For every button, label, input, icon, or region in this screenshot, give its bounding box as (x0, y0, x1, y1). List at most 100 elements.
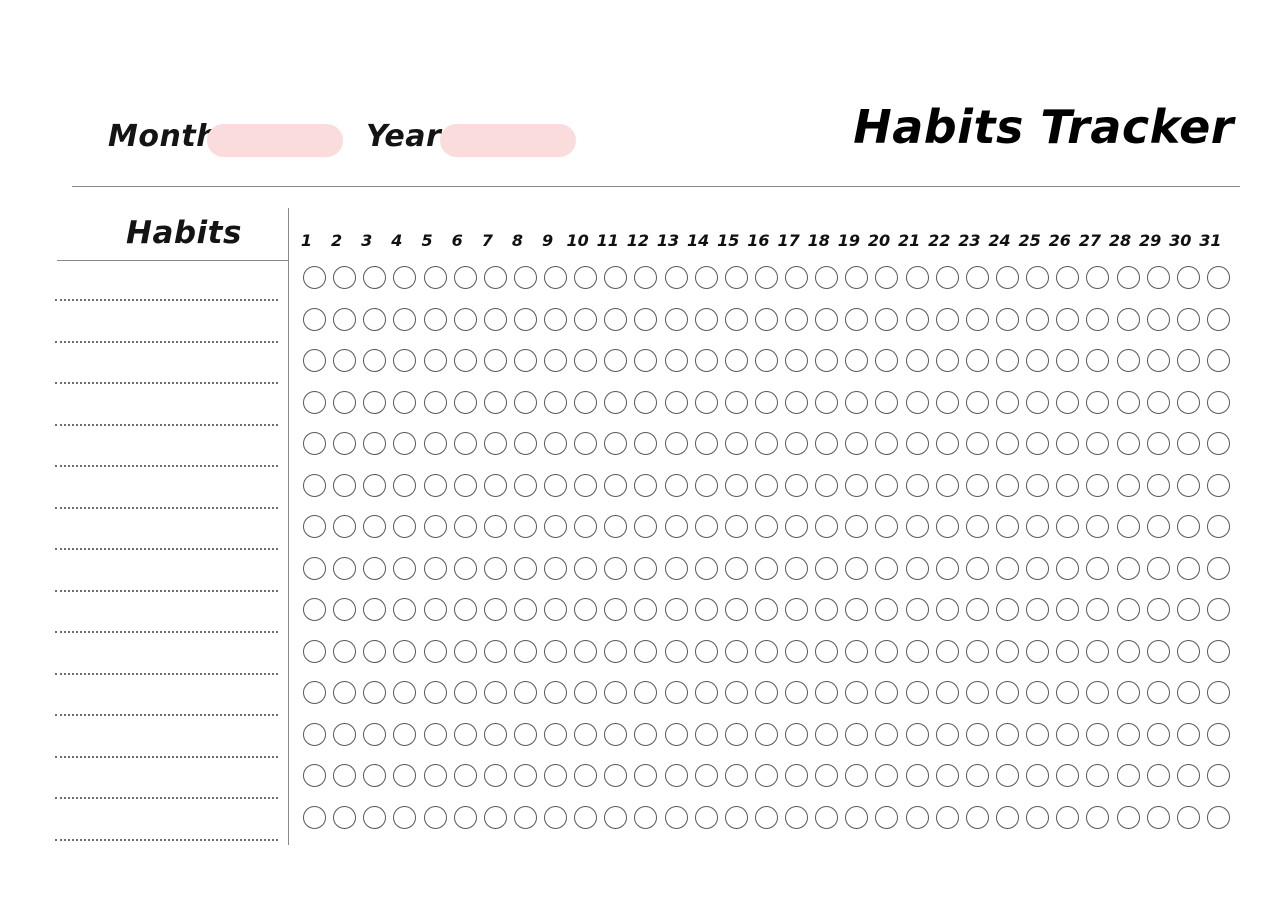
habit-day-checkbox[interactable] (393, 390, 417, 414)
habit-day-checkbox[interactable] (423, 515, 447, 538)
habit-day-checkbox[interactable] (785, 764, 809, 787)
habit-day-checkbox[interactable] (754, 266, 778, 289)
habit-day-checkbox[interactable] (1026, 556, 1050, 580)
habit-day-checkbox[interactable] (423, 805, 447, 829)
habit-day-checkbox[interactable] (965, 805, 989, 829)
habit-day-checkbox[interactable] (1206, 473, 1230, 497)
habit-day-checkbox[interactable] (363, 805, 387, 829)
habit-day-checkbox[interactable] (604, 556, 628, 580)
habit-day-checkbox[interactable] (333, 266, 357, 289)
habit-day-checkbox[interactable] (875, 681, 899, 704)
habit-day-checkbox[interactable] (1146, 349, 1170, 372)
habit-day-checkbox[interactable] (995, 307, 1019, 331)
habit-day-checkbox[interactable] (1176, 473, 1200, 497)
habit-day-checkbox[interactable] (574, 432, 598, 455)
habit-day-checkbox[interactable] (935, 556, 959, 580)
habit-day-checkbox[interactable] (845, 349, 869, 372)
habit-day-checkbox[interactable] (815, 681, 839, 704)
habit-day-checkbox[interactable] (995, 515, 1019, 538)
habit-day-checkbox[interactable] (875, 266, 899, 289)
habit-day-checkbox[interactable] (333, 681, 357, 704)
habit-day-checkbox[interactable] (453, 598, 477, 621)
habit-day-checkbox[interactable] (363, 307, 387, 331)
habit-day-checkbox[interactable] (1026, 805, 1050, 829)
habit-day-checkbox[interactable] (333, 764, 357, 787)
habit-day-checkbox[interactable] (453, 390, 477, 414)
habit-day-checkbox[interactable] (544, 805, 568, 829)
habit-day-checkbox[interactable] (513, 515, 537, 538)
habit-day-checkbox[interactable] (634, 515, 658, 538)
habit-day-checkbox[interactable] (664, 266, 688, 289)
habit-day-checkbox[interactable] (574, 556, 598, 580)
habit-day-checkbox[interactable] (1086, 805, 1110, 829)
habit-day-checkbox[interactable] (754, 307, 778, 331)
habit-day-checkbox[interactable] (785, 515, 809, 538)
habit-day-checkbox[interactable] (363, 764, 387, 787)
habit-name-input[interactable] (55, 838, 278, 841)
habit-day-checkbox[interactable] (1026, 515, 1050, 538)
habit-day-checkbox[interactable] (483, 307, 507, 331)
habit-day-checkbox[interactable] (724, 266, 748, 289)
habit-day-checkbox[interactable] (574, 764, 598, 787)
habit-day-checkbox[interactable] (724, 349, 748, 372)
habit-day-checkbox[interactable] (513, 266, 537, 289)
habit-day-checkbox[interactable] (604, 681, 628, 704)
habit-day-checkbox[interactable] (1206, 432, 1230, 455)
habit-day-checkbox[interactable] (1146, 598, 1170, 621)
habit-day-checkbox[interactable] (754, 390, 778, 414)
habit-day-checkbox[interactable] (1206, 805, 1230, 829)
habit-day-checkbox[interactable] (544, 432, 568, 455)
habit-day-checkbox[interactable] (544, 722, 568, 746)
habit-day-checkbox[interactable] (393, 805, 417, 829)
habit-day-checkbox[interactable] (544, 473, 568, 497)
habit-day-checkbox[interactable] (694, 805, 718, 829)
habit-day-checkbox[interactable] (724, 432, 748, 455)
habit-day-checkbox[interactable] (1176, 722, 1200, 746)
habit-day-checkbox[interactable] (785, 556, 809, 580)
habit-day-checkbox[interactable] (935, 307, 959, 331)
habit-day-checkbox[interactable] (574, 307, 598, 331)
habit-day-checkbox[interactable] (1206, 598, 1230, 621)
habit-day-checkbox[interactable] (694, 556, 718, 580)
habit-day-checkbox[interactable] (544, 681, 568, 704)
habit-day-checkbox[interactable] (604, 473, 628, 497)
habit-day-checkbox[interactable] (604, 598, 628, 621)
habit-day-checkbox[interactable] (815, 432, 839, 455)
habit-day-checkbox[interactable] (483, 556, 507, 580)
habit-day-checkbox[interactable] (1056, 473, 1080, 497)
habit-day-checkbox[interactable] (1026, 349, 1050, 372)
habit-day-checkbox[interactable] (1176, 307, 1200, 331)
habit-day-checkbox[interactable] (1086, 722, 1110, 746)
habit-day-checkbox[interactable] (393, 473, 417, 497)
habit-day-checkbox[interactable] (935, 349, 959, 372)
habit-day-checkbox[interactable] (965, 598, 989, 621)
habit-day-checkbox[interactable] (754, 764, 778, 787)
habit-day-checkbox[interactable] (815, 805, 839, 829)
habit-day-checkbox[interactable] (513, 307, 537, 331)
habit-day-checkbox[interactable] (724, 473, 748, 497)
habit-day-checkbox[interactable] (845, 722, 869, 746)
habit-day-checkbox[interactable] (1176, 805, 1200, 829)
habit-day-checkbox[interactable] (1116, 349, 1140, 372)
habit-day-checkbox[interactable] (453, 764, 477, 787)
habit-day-checkbox[interactable] (333, 805, 357, 829)
habit-day-checkbox[interactable] (544, 390, 568, 414)
habit-day-checkbox[interactable] (544, 515, 568, 538)
habit-day-checkbox[interactable] (965, 515, 989, 538)
habit-day-checkbox[interactable] (905, 515, 929, 538)
habit-day-checkbox[interactable] (1056, 681, 1080, 704)
habit-day-checkbox[interactable] (785, 681, 809, 704)
habit-day-checkbox[interactable] (1176, 681, 1200, 704)
habit-day-checkbox[interactable] (965, 307, 989, 331)
habit-day-checkbox[interactable] (1086, 515, 1110, 538)
habit-day-checkbox[interactable] (453, 556, 477, 580)
habit-day-checkbox[interactable] (905, 598, 929, 621)
habit-day-checkbox[interactable] (905, 307, 929, 331)
habit-day-checkbox[interactable] (1206, 307, 1230, 331)
habit-name-input[interactable] (55, 340, 278, 343)
habit-day-checkbox[interactable] (1086, 764, 1110, 787)
habit-day-checkbox[interactable] (1206, 390, 1230, 414)
habit-day-checkbox[interactable] (965, 639, 989, 663)
habit-day-checkbox[interactable] (1056, 805, 1080, 829)
habit-day-checkbox[interactable] (303, 266, 326, 289)
